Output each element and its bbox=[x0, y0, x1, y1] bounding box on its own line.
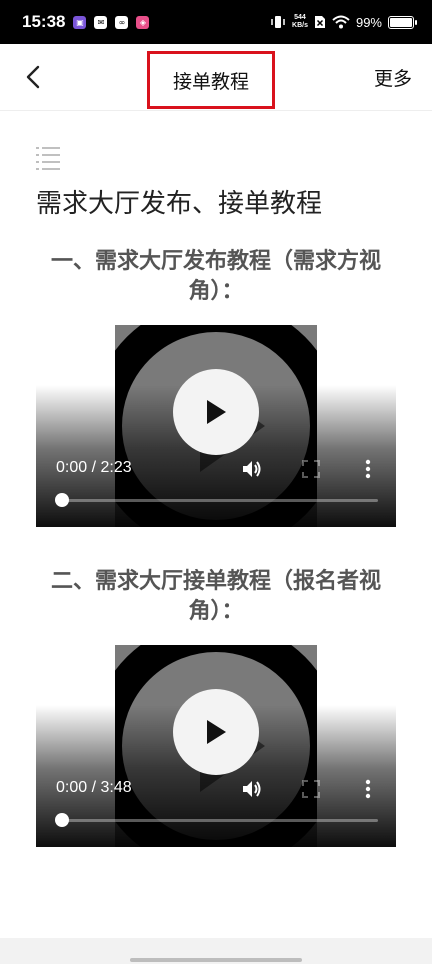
back-button[interactable] bbox=[18, 62, 48, 92]
video-more-button[interactable] bbox=[358, 777, 378, 801]
section-heading: 二、需求大厅接单教程（报名者视角）： bbox=[50, 569, 381, 624]
status-right: 544 KB/s 99% bbox=[270, 14, 417, 30]
status-time: 15:38 bbox=[22, 12, 66, 31]
chevron-left-icon bbox=[26, 65, 40, 89]
battery-percent: 99% bbox=[355, 14, 382, 30]
volume-icon bbox=[243, 781, 261, 797]
vibrate-icon bbox=[271, 16, 285, 28]
fullscreen-icon bbox=[302, 780, 320, 798]
play-button[interactable] bbox=[173, 689, 259, 775]
wifi-icon bbox=[332, 15, 350, 29]
network-speed: 544 KB/s bbox=[292, 14, 308, 30]
status-bar: 15:38 ▣ ✉ ∞ ◈ 544 KB/s 99% bbox=[0, 0, 432, 44]
more-vertical-icon bbox=[365, 459, 371, 479]
more-vertical-icon bbox=[365, 779, 371, 799]
play-button[interactable] bbox=[173, 369, 259, 455]
no-sim-icon bbox=[314, 16, 325, 28]
list-menu-icon bbox=[36, 147, 60, 170]
article-title: 需求大厅发布、接单教程 bbox=[36, 189, 323, 219]
shop-notification-icon: ◈ bbox=[136, 15, 150, 29]
seek-thumb[interactable] bbox=[55, 493, 69, 507]
home-indicator[interactable] bbox=[130, 958, 302, 962]
video-time: 0:00 / 2:23 bbox=[56, 459, 132, 476]
status-left: 15:38 ▣ ✉ ∞ ◈ bbox=[22, 12, 150, 32]
seek-thumb[interactable] bbox=[55, 813, 69, 827]
play-icon bbox=[207, 400, 226, 424]
volume-button[interactable] bbox=[240, 457, 264, 481]
seek-bar[interactable] bbox=[62, 499, 378, 502]
page-title: 接单教程 bbox=[172, 70, 249, 93]
network-speed-value: 544 bbox=[294, 14, 306, 21]
message-notification-icon: ✉ bbox=[94, 15, 108, 29]
section-heading: 一、需求大厅发布教程（需求方视角）： bbox=[50, 249, 381, 304]
nav-title-highlight: 接单教程 bbox=[147, 51, 275, 109]
fullscreen-icon bbox=[302, 460, 320, 478]
play-icon bbox=[207, 720, 226, 744]
video-player[interactable]: 0:00 / 3:48 bbox=[36, 645, 396, 847]
seek-bar[interactable] bbox=[62, 819, 378, 822]
fullscreen-button[interactable] bbox=[301, 459, 321, 479]
volume-button[interactable] bbox=[240, 777, 264, 801]
more-button[interactable]: 更多 bbox=[374, 64, 412, 91]
video-player[interactable]: 0:00 / 2:23 bbox=[36, 325, 396, 527]
video-more-button[interactable] bbox=[358, 457, 378, 481]
app-notification-icon: ▣ bbox=[73, 15, 87, 29]
nav-bar: 接单教程 更多 bbox=[0, 44, 432, 110]
video-time: 0:00 / 3:48 bbox=[56, 779, 132, 796]
article-content: 需求大厅发布、接单教程 一、需求大厅发布教程（需求方视角）： 0:00 / 2:… bbox=[0, 110, 432, 938]
network-speed-unit: KB/s bbox=[292, 22, 308, 29]
battery-fill bbox=[390, 17, 412, 27]
fullscreen-button[interactable] bbox=[301, 779, 321, 799]
volume-icon bbox=[243, 461, 261, 477]
menu-icon[interactable] bbox=[34, 145, 62, 173]
battery-icon bbox=[388, 15, 417, 29]
sync-notification-icon: ∞ bbox=[115, 15, 129, 29]
